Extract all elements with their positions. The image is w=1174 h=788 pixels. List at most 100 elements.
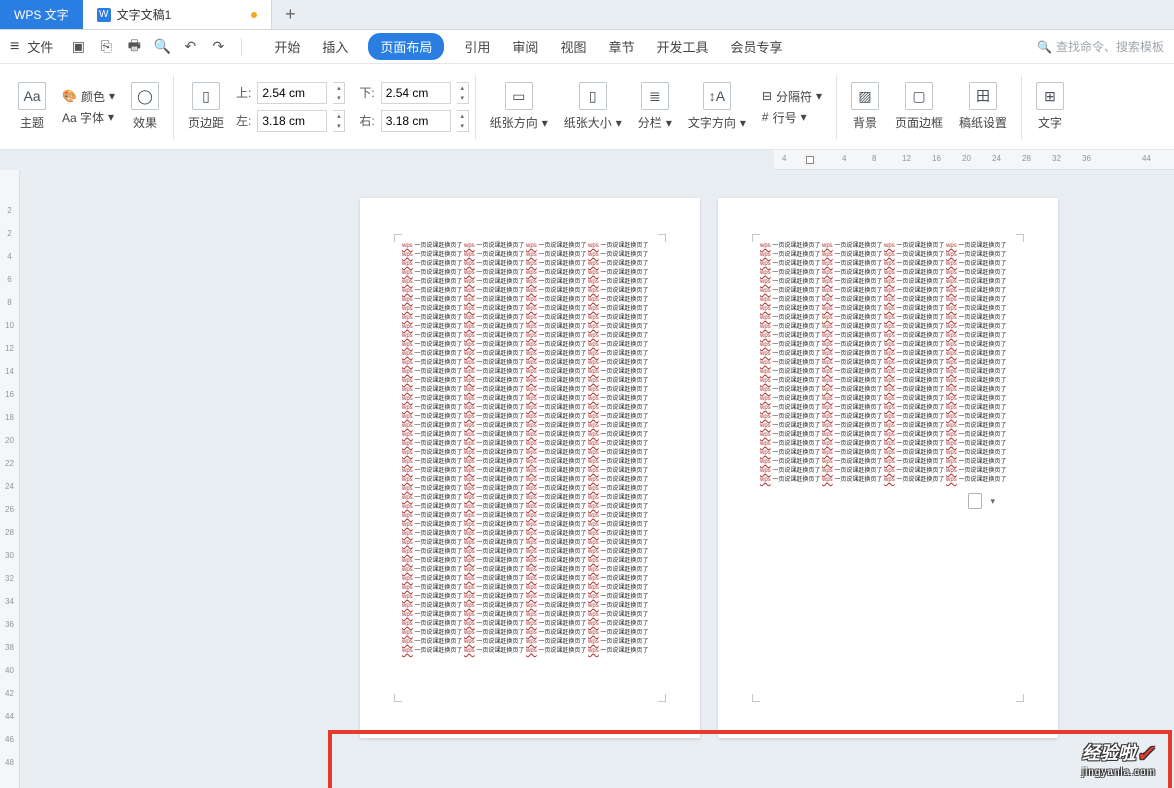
paste-options-icon[interactable] bbox=[968, 493, 982, 509]
textbox-icon: ⊞ bbox=[1036, 82, 1064, 110]
margin-top-input[interactable] bbox=[257, 82, 327, 104]
chevron-down-icon: ▾ bbox=[616, 116, 622, 130]
doc-title: 文字文稿1 bbox=[117, 6, 172, 23]
margin-inputs: 上: ▴▾ 下: ▴▾ 左: ▴▾ 右: ▴▾ bbox=[236, 82, 469, 132]
print-icon[interactable]: 🖶 bbox=[123, 36, 145, 58]
separator bbox=[241, 38, 242, 56]
margin-right-input[interactable] bbox=[381, 110, 451, 132]
save-icon[interactable]: ▣ bbox=[67, 36, 89, 58]
tab-chapter[interactable]: 章节 bbox=[606, 33, 636, 60]
tab-dev[interactable]: 开发工具 bbox=[654, 33, 710, 60]
font-button[interactable]: Aa 字体▾ bbox=[62, 109, 114, 126]
undo-icon[interactable]: ↶ bbox=[179, 36, 201, 58]
tab-reference[interactable]: 引用 bbox=[462, 33, 492, 60]
lineno-button[interactable]: #行号▾ bbox=[762, 109, 807, 126]
textbox-button[interactable]: ⊞文字 bbox=[1028, 64, 1072, 149]
break-button[interactable]: ⊟分隔符▾ bbox=[762, 88, 822, 105]
orientation-button[interactable]: ▭纸张方向▾ bbox=[482, 64, 556, 149]
chevron-down-icon: ▾ bbox=[109, 89, 115, 103]
watermark-url: jingyanla.com bbox=[1082, 767, 1156, 778]
spinner[interactable]: ▴▾ bbox=[333, 82, 345, 104]
indent-marker[interactable] bbox=[806, 156, 814, 164]
page-2-content[interactable]: wps 一页说课赶换页了 wps 一页说课赶换页了 wps 一页说课赶换页了 w… bbox=[760, 242, 1016, 485]
theme-group[interactable]: Aa 主题 bbox=[10, 64, 54, 149]
page-2[interactable]: wps 一页说课赶换页了 wps 一页说课赶换页了 wps 一页说课赶换页了 w… bbox=[718, 198, 1058, 738]
spinner[interactable]: ▴▾ bbox=[457, 82, 469, 104]
size-icon: ▯ bbox=[579, 82, 607, 110]
orientation-icon: ▭ bbox=[505, 82, 533, 110]
annotation-highlight bbox=[328, 730, 1172, 788]
bg-button[interactable]: ▨背景 bbox=[843, 64, 887, 149]
watermark-brand: 经验啦 bbox=[1082, 743, 1136, 763]
spinner[interactable]: ▴▾ bbox=[333, 110, 345, 132]
redo-icon[interactable]: ↷ bbox=[207, 36, 229, 58]
columns-icon: ≣ bbox=[641, 82, 669, 110]
page-1-content[interactable]: wps 一页说课赶换页了 wps 一页说课赶换页了 wps 一页说课赶换页了 w… bbox=[402, 242, 658, 656]
chevron-down-icon: ▾ bbox=[542, 116, 548, 130]
chevron-down-icon: ▾ bbox=[816, 89, 822, 103]
text-dir-button[interactable]: ↕A文字方向▾ bbox=[680, 64, 754, 149]
right-label: 右: bbox=[359, 112, 374, 129]
margin-corner bbox=[394, 234, 402, 242]
bg-icon: ▨ bbox=[851, 82, 879, 110]
document-area: 4481216202428323644 22468101214161820222… bbox=[0, 150, 1174, 788]
page-1[interactable]: wps 一页说课赶换页了 wps 一页说课赶换页了 wps 一页说课赶换页了 w… bbox=[360, 198, 700, 738]
margin-bottom-input[interactable] bbox=[381, 82, 451, 104]
ruler-horizontal[interactable]: 4481216202428323644 bbox=[774, 150, 1174, 170]
separator bbox=[836, 75, 837, 139]
margin-left-input[interactable] bbox=[257, 110, 327, 132]
size-button[interactable]: ▯纸张大小▾ bbox=[556, 64, 630, 149]
search-icon: 🔍 bbox=[1037, 40, 1052, 54]
tab-review[interactable]: 审阅 bbox=[510, 33, 540, 60]
separator bbox=[1021, 75, 1022, 139]
add-tab-button[interactable]: + bbox=[272, 0, 308, 29]
grid-icon: 田 bbox=[969, 82, 997, 110]
chevron-down-icon: ▾ bbox=[666, 116, 672, 130]
document-tab[interactable]: W 文字文稿1 bbox=[83, 0, 273, 29]
spinner[interactable]: ▴▾ bbox=[457, 110, 469, 132]
tab-page-layout[interactable]: 页面布局 bbox=[368, 33, 444, 60]
tab-start[interactable]: 开始 bbox=[272, 33, 302, 60]
margin-corner bbox=[1016, 694, 1024, 702]
check-icon: ✓ bbox=[1136, 741, 1154, 766]
text-dir-icon: ↕A bbox=[703, 82, 731, 110]
margin-corner bbox=[394, 694, 402, 702]
chevron-down-icon: ▾ bbox=[740, 116, 746, 130]
ribbon-tabs: 开始 插入 页面布局 引用 审阅 视图 章节 开发工具 会员专享 bbox=[272, 33, 784, 60]
search-box[interactable]: 🔍 查找命令、搜索模板 bbox=[1037, 38, 1164, 55]
bottom-label: 下: bbox=[359, 84, 374, 101]
margin-group[interactable]: ▯ 页边距 bbox=[180, 64, 232, 149]
border-button[interactable]: ▢页面边框 bbox=[887, 64, 951, 149]
columns-button[interactable]: ≣分栏▾ bbox=[630, 64, 680, 149]
break-icon: ⊟ bbox=[762, 89, 772, 103]
preview-icon[interactable]: 🔍 bbox=[151, 36, 173, 58]
menubar: ≡ 文件 ▣ ⎘ 🖶 🔍 ↶ ↷ 开始 插入 页面布局 引用 审阅 视图 章节 … bbox=[0, 30, 1174, 64]
file-menu[interactable]: 文件 bbox=[27, 37, 53, 56]
ruler-vertical[interactable]: 2246810121416182022242628303234363840424… bbox=[0, 170, 20, 788]
tab-vip[interactable]: 会员专享 bbox=[728, 33, 784, 60]
export-icon[interactable]: ⎘ bbox=[95, 36, 117, 58]
margin-corner bbox=[752, 694, 760, 702]
margin-corner bbox=[1016, 234, 1024, 242]
effect-group[interactable]: ◯ 效果 bbox=[123, 64, 167, 149]
color-button[interactable]: 🎨颜色▾ bbox=[62, 88, 115, 105]
border-icon: ▢ bbox=[905, 82, 933, 110]
color-font-group: 🎨颜色▾ Aa 字体▾ bbox=[54, 64, 123, 149]
margin-corner bbox=[658, 234, 666, 242]
tab-insert[interactable]: 插入 bbox=[320, 33, 350, 60]
tab-view[interactable]: 视图 bbox=[558, 33, 588, 60]
theme-label: 主题 bbox=[20, 114, 44, 131]
theme-icon: Aa bbox=[18, 82, 46, 110]
unsaved-dot-icon bbox=[251, 12, 257, 18]
effect-icon: ◯ bbox=[131, 82, 159, 110]
break-lineno-group: ⊟分隔符▾ #行号▾ bbox=[754, 64, 830, 149]
separator bbox=[173, 75, 174, 139]
margin-corner bbox=[752, 234, 760, 242]
hamburger-icon[interactable]: ≡ bbox=[10, 38, 19, 56]
pages-container: wps 一页说课赶换页了 wps 一页说课赶换页了 wps 一页说课赶换页了 w… bbox=[20, 170, 1174, 788]
lineno-icon: # bbox=[762, 110, 769, 124]
grid-button[interactable]: 田稿纸设置 bbox=[951, 64, 1015, 149]
separator bbox=[475, 75, 476, 139]
top-label: 上: bbox=[236, 84, 251, 101]
titlebar: WPS 文字 W 文字文稿1 + bbox=[0, 0, 1174, 30]
